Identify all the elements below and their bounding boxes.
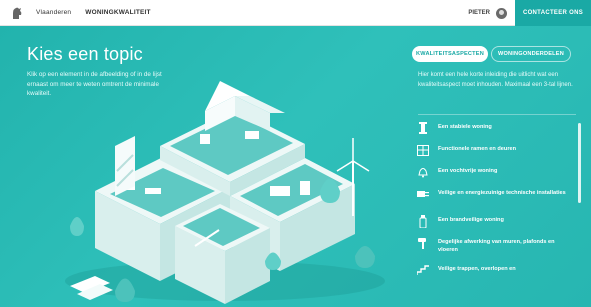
- list-item-label: Degelijke afwerking van muren, plafonds …: [438, 239, 555, 253]
- house-part-stairs-left[interactable]: [115, 136, 135, 196]
- top-bar: Vlaanderen WONINGKWALITEIT PIETER CONTAC…: [0, 0, 591, 26]
- list-item[interactable]: Een vochtvrije woning: [416, 167, 576, 189]
- list-item[interactable]: Functionele ramen en deuren: [416, 143, 576, 167]
- avatar-icon: [496, 7, 507, 19]
- list-item-label: Een brandveilige woning: [438, 217, 504, 223]
- window-icon: [416, 143, 430, 157]
- bell-icon: [416, 165, 430, 179]
- page-title: Kies een topic: [27, 44, 143, 64]
- user-name: PIETER: [468, 10, 490, 16]
- topic-stage: Kies een topic Klik op een element in de…: [0, 26, 591, 307]
- list-item-label: Een stabiele woning: [438, 124, 492, 130]
- tab-woningonderdelen[interactable]: WONINGONDERDELEN: [491, 46, 571, 62]
- contact-button[interactable]: CONTACTEER ONS: [515, 0, 591, 26]
- panel-divider: [418, 114, 576, 115]
- panel-intro-text: Hier komt een hele korte inleiding die u…: [418, 72, 573, 88]
- isometric-house-illustration[interactable]: [55, 76, 395, 307]
- flemish-lion-logo-icon[interactable]: [8, 4, 26, 22]
- list-item[interactable]: Veilige en energiezuinige technische ins…: [416, 189, 576, 216]
- list-item[interactable]: Veilige trappen, overlopen en: [416, 265, 576, 287]
- extinguisher-icon: [416, 214, 430, 228]
- list-item[interactable]: Een stabiele woning: [416, 121, 576, 145]
- user-menu[interactable]: PIETER: [468, 0, 507, 26]
- plug-icon: [416, 187, 430, 201]
- list-item-label: Veilige en energiezuinige technische ins…: [438, 190, 566, 196]
- tab-kwaliteitsaspecten[interactable]: KWALITEITSASPECTEN: [412, 46, 488, 62]
- list-scrollbar[interactable]: [578, 123, 581, 203]
- topic-tabs: KWALITEITSASPECTEN WONINGONDERDELEN: [412, 46, 571, 62]
- pillar-icon: [416, 121, 430, 135]
- list-item-label: Functionele ramen en deuren: [438, 146, 517, 152]
- quality-aspect-list: Een stabiele woning Functionele ramen en…: [416, 121, 576, 287]
- stairs-icon: [416, 263, 430, 277]
- list-item-label: Veilige trappen, overlopen en: [438, 266, 516, 272]
- breadcrumb-woningkwaliteit[interactable]: WONINGKWALITEIT: [85, 9, 150, 16]
- breadcrumb-vlaanderen[interactable]: Vlaanderen: [36, 9, 71, 16]
- list-item-label: Een vochtvrije woning: [438, 168, 498, 174]
- list-item[interactable]: Degelijke afwerking van muren, plafonds …: [416, 238, 576, 265]
- list-item[interactable]: Een brandveilige woning: [416, 214, 576, 238]
- hammer-icon: [416, 236, 430, 250]
